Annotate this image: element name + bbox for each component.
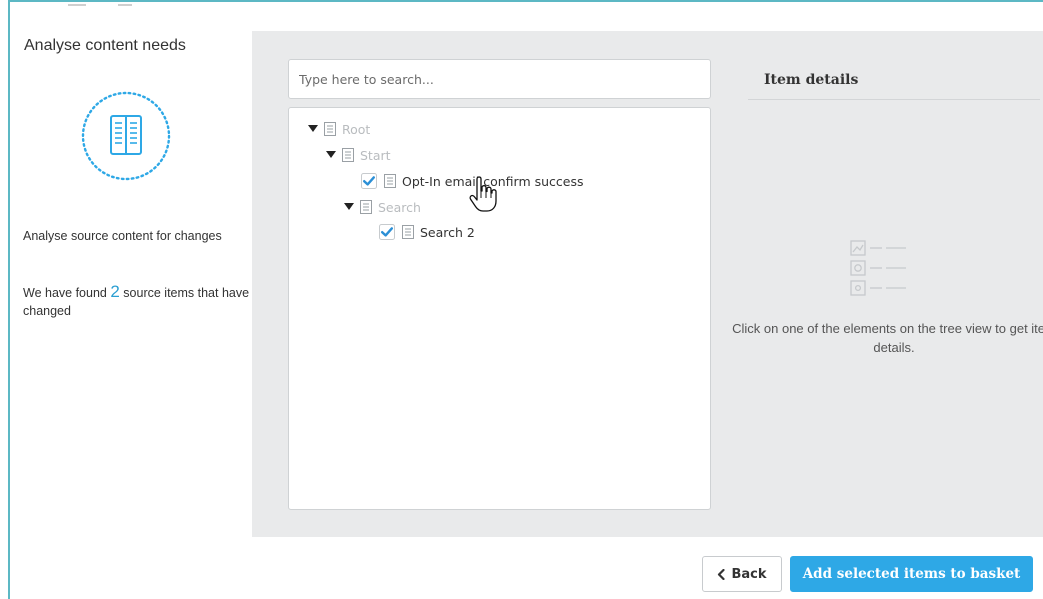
tree-view: Root Start Opt-In email confirm success … bbox=[288, 107, 711, 510]
tree-label: Search bbox=[378, 199, 421, 215]
tree-label: Opt-In email confirm success bbox=[402, 173, 584, 189]
document-icon bbox=[384, 174, 396, 188]
caret-down-icon[interactable] bbox=[307, 123, 319, 135]
found-count: 2 bbox=[110, 282, 120, 301]
back-button[interactable]: Back bbox=[702, 556, 782, 592]
tree-label: Start bbox=[360, 147, 391, 163]
tree-node-opt-in[interactable]: Opt-In email confirm success bbox=[361, 171, 584, 191]
document-icon bbox=[324, 122, 336, 136]
document-icon bbox=[360, 200, 372, 214]
chevron-left-icon bbox=[717, 568, 726, 580]
item-details-header: Item details bbox=[748, 70, 1040, 100]
add-selected-items-button[interactable]: Add selected items to basket bbox=[790, 556, 1033, 592]
step-description: Analyse source content for changes bbox=[23, 229, 222, 243]
document-icon bbox=[402, 225, 414, 239]
back-button-label: Back bbox=[731, 566, 767, 582]
checkbox-checked[interactable] bbox=[361, 173, 377, 189]
tree-label: Search 2 bbox=[420, 224, 475, 240]
step-title: Analyse content needs bbox=[24, 37, 186, 54]
document-icon bbox=[342, 148, 354, 162]
book-icon bbox=[78, 88, 174, 184]
step-indicator-stub bbox=[118, 0, 132, 6]
step-indicator-stub bbox=[68, 0, 86, 6]
caret-down-icon[interactable] bbox=[343, 201, 355, 213]
found-summary: We have found 2 source items that have c… bbox=[23, 283, 251, 320]
caret-down-icon[interactable] bbox=[325, 149, 337, 161]
found-prefix: We have found bbox=[23, 286, 107, 300]
tree-node-search-2[interactable]: Search 2 bbox=[379, 222, 475, 242]
tree-node-start[interactable]: Start bbox=[325, 145, 391, 165]
item-details-empty-message: Click on one of the elements on the tree… bbox=[732, 321, 1043, 355]
left-border bbox=[8, 0, 10, 599]
list-placeholder-icon bbox=[850, 240, 910, 296]
tree-label: Root bbox=[342, 121, 371, 137]
top-border bbox=[8, 0, 1043, 2]
search-input[interactable] bbox=[288, 59, 711, 99]
item-details-title: Item details bbox=[764, 72, 859, 88]
checkbox-checked[interactable] bbox=[379, 224, 395, 240]
tree-node-search[interactable]: Search bbox=[343, 197, 421, 217]
tree-node-root[interactable]: Root bbox=[307, 119, 370, 139]
